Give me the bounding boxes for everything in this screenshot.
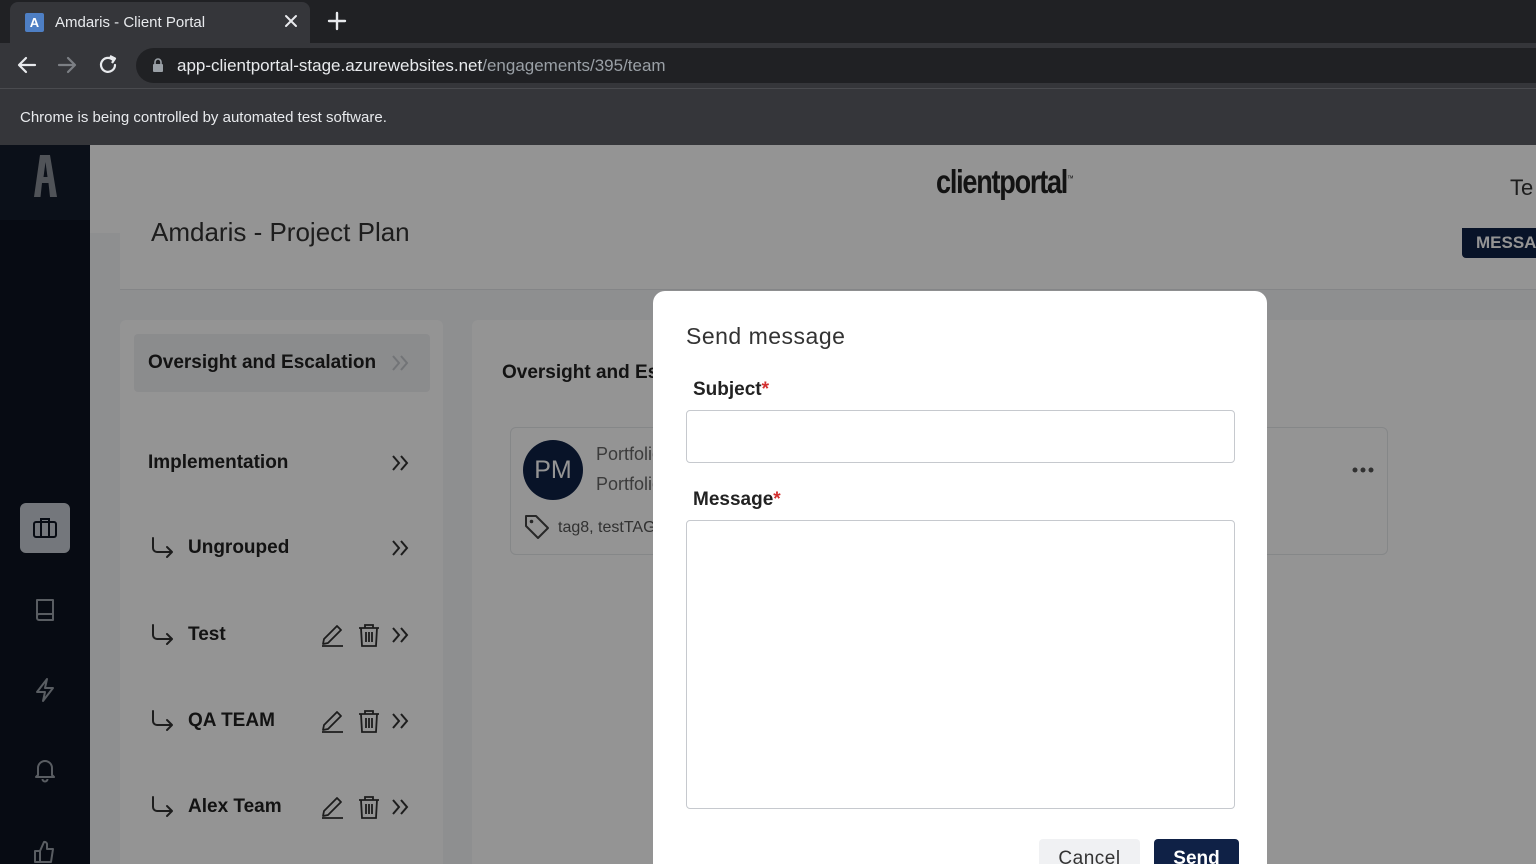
tab-title: Amdaris - Client Portal — [55, 14, 206, 31]
message-textarea[interactable] — [686, 520, 1235, 809]
message-label-text: Message — [693, 489, 774, 510]
address-bar[interactable]: app-clientportal-stage.azurewebsites.net… — [136, 48, 1536, 83]
url-host: app-clientportal-stage.azurewebsites.net — [177, 56, 483, 75]
cancel-button[interactable]: Cancel — [1039, 839, 1140, 864]
required-asterisk: * — [773, 489, 781, 510]
browser-tab[interactable]: A Amdaris - Client Portal — [10, 2, 310, 43]
send-button[interactable]: Send — [1154, 839, 1239, 864]
close-icon[interactable] — [282, 12, 300, 30]
message-label: Message* — [693, 489, 781, 511]
reload-icon[interactable] — [97, 54, 119, 76]
forward-arrow-icon[interactable] — [56, 54, 78, 76]
app-root: clientportal™ Te Amdaris - Project Plan … — [0, 145, 1536, 864]
lock-icon[interactable] — [152, 58, 164, 72]
subject-input[interactable] — [686, 410, 1235, 463]
url-text: app-clientportal-stage.azurewebsites.net… — [177, 56, 666, 76]
url-path: /engagements/395/team — [482, 56, 666, 75]
send-message-dialog: Send message Subject* Message* Cancel Se… — [653, 291, 1267, 864]
amdaris-favicon-icon: A — [25, 13, 44, 32]
browser-toolbar: app-clientportal-stage.azurewebsites.net… — [0, 43, 1536, 88]
subject-label: Subject* — [693, 379, 769, 401]
back-arrow-icon[interactable] — [16, 54, 38, 76]
dialog-title: Send message — [686, 323, 846, 349]
infobar-text: Chrome is being controlled by automated … — [20, 109, 387, 126]
required-asterisk: * — [761, 379, 770, 400]
automation-infobar: Chrome is being controlled by automated … — [0, 88, 1536, 145]
new-tab-plus-icon[interactable] — [326, 10, 348, 32]
browser-tab-bar: A Amdaris - Client Portal — [0, 0, 1536, 43]
subject-label-text: Subject — [693, 379, 762, 400]
